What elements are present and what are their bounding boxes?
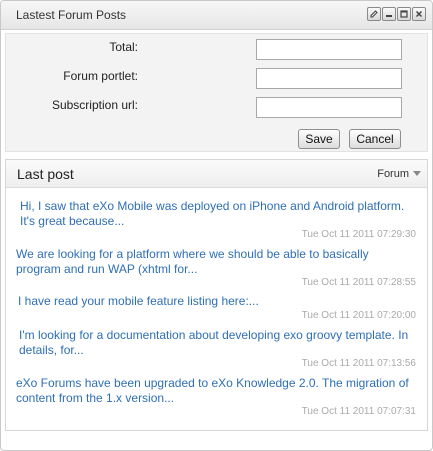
maximize-icon[interactable] <box>397 7 411 21</box>
window-title: Lastest Forum Posts <box>16 8 127 22</box>
posts-header: Last post Forum <box>6 160 427 188</box>
minimize-icon[interactable] <box>382 7 396 21</box>
forum-portlet-input[interactable] <box>256 68 402 89</box>
window-controls <box>367 7 426 21</box>
post-link[interactable]: I'm looking for a documentation about de… <box>16 328 416 358</box>
last-posts-panel: Last post Forum Hi, I saw that eXo Mobil… <box>5 159 428 431</box>
post-date: Tue Oct 11 2011 07:07:31 <box>301 406 416 417</box>
edit-icon[interactable] <box>367 7 381 21</box>
cancel-button[interactable]: Cancel <box>349 129 401 149</box>
chevron-down-icon <box>413 171 421 176</box>
window-titlebar: Lastest Forum Posts <box>1 1 432 30</box>
list-item: I have read your mobile feature listing … <box>16 294 416 321</box>
total-input[interactable] <box>256 39 402 60</box>
post-link[interactable]: eXo Forums have been upgraded to eXo Kno… <box>16 376 416 406</box>
post-date: Tue Oct 11 2011 07:28:55 <box>301 277 416 288</box>
forum-portlet-window: Lastest Forum Posts Total: Forum portlet… <box>0 0 433 451</box>
subscription-url-label: Subscription url: <box>51 98 138 112</box>
list-item: We are looking for a platform where we s… <box>16 247 416 288</box>
close-icon[interactable] <box>412 7 426 21</box>
settings-form: Total: Forum portlet: Subscription url: … <box>5 33 428 152</box>
save-button[interactable]: Save <box>298 129 340 149</box>
forum-portlet-label: Forum portlet: <box>63 69 138 83</box>
list-item: eXo Forums have been upgraded to eXo Kno… <box>16 376 416 417</box>
list-item: I'm looking for a documentation about de… <box>16 328 416 369</box>
post-link[interactable]: I have read your mobile feature listing … <box>16 294 416 309</box>
post-link[interactable]: Hi, I saw that eXo Mobile was deployed o… <box>16 199 416 229</box>
post-date: Tue Oct 11 2011 07:29:30 <box>301 229 416 240</box>
post-date: Tue Oct 11 2011 07:13:56 <box>301 358 416 369</box>
list-item: Hi, I saw that eXo Mobile was deployed o… <box>16 199 416 240</box>
forum-dropdown[interactable]: Forum <box>377 168 421 180</box>
forum-dropdown-label: Forum <box>377 168 409 180</box>
post-link[interactable]: We are looking for a platform where we s… <box>16 247 416 277</box>
subscription-url-input[interactable] <box>256 97 402 118</box>
total-label: Total: <box>109 40 138 54</box>
posts-panel-title: Last post <box>17 166 74 182</box>
post-date: Tue Oct 11 2011 07:20:00 <box>301 310 416 321</box>
